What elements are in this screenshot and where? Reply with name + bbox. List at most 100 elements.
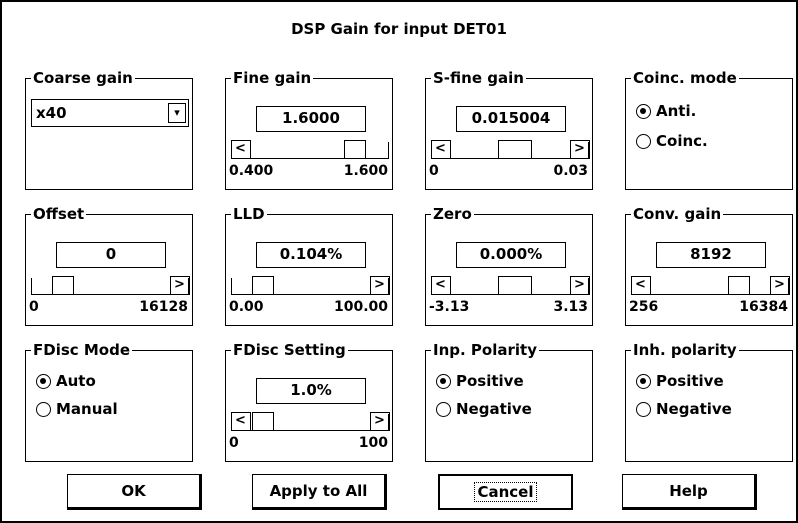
fine-gain-field[interactable]: 1.6000 xyxy=(256,106,366,132)
sfine-gain-min: 0 xyxy=(429,163,439,179)
scroll-right-icon[interactable]: > xyxy=(369,412,390,431)
offset-min: 0 xyxy=(29,299,39,315)
radio-anti[interactable]: Anti. xyxy=(636,101,696,121)
conv-gain-field[interactable]: 8192 xyxy=(656,242,766,268)
scroll-thumb[interactable] xyxy=(498,276,532,295)
zero-label: Zero xyxy=(431,205,474,223)
radio-manual[interactable]: Manual xyxy=(36,399,118,419)
radio-inp-positive-label: Positive xyxy=(456,372,524,390)
fdisc-setting-min: 0 xyxy=(229,435,239,451)
scroll-left-icon[interactable]: < xyxy=(230,412,251,431)
ok-button[interactable]: OK xyxy=(67,474,202,510)
scroll-left-icon[interactable]: < xyxy=(630,276,651,295)
offset-max: 16128 xyxy=(139,299,188,315)
fdisc-setting-max: 100 xyxy=(358,435,388,451)
offset-group: Offset 0 > 0 16128 xyxy=(25,205,193,326)
coarse-gain-label: Coarse gain xyxy=(31,69,135,87)
scroll-right-icon[interactable]: > xyxy=(569,140,590,159)
radio-inp-negative-label: Negative xyxy=(456,400,532,418)
radio-unselected-icon xyxy=(36,401,51,417)
lld-min: 0.00 xyxy=(229,299,264,315)
sfine-gain-group: S-fine gain 0.015004 < > 0 0.03 xyxy=(425,69,593,190)
fdisc-setting-field[interactable]: 1.0% xyxy=(256,378,366,404)
scroll-thumb[interactable] xyxy=(728,276,750,295)
scroll-thumb[interactable] xyxy=(252,276,274,295)
sfine-gain-max: 0.03 xyxy=(553,163,588,179)
radio-selected-icon xyxy=(636,103,651,119)
coinc-mode-group: Coinc. mode Anti. Coinc. xyxy=(625,69,793,190)
coarse-gain-select[interactable]: x40 ▾ xyxy=(31,99,189,127)
radio-unselected-icon xyxy=(436,401,451,417)
scroll-left-icon[interactable]: < xyxy=(430,276,451,295)
lld-max: 100.00 xyxy=(333,299,388,315)
fine-gain-group: Fine gain 1.6000 < 0.400 1.600 xyxy=(225,69,393,190)
radio-manual-label: Manual xyxy=(56,400,118,418)
lld-group: LLD 0.104% > 0.00 100.00 xyxy=(225,205,393,326)
scroll-thumb[interactable] xyxy=(52,276,74,295)
scroll-thumb[interactable] xyxy=(252,412,274,431)
coarse-gain-group: Coarse gain x40 ▾ xyxy=(25,69,193,190)
fdisc-setting-group: FDisc Setting 1.0% < > 0 100 xyxy=(225,341,393,462)
fdisc-mode-group: FDisc Mode Auto Manual xyxy=(25,341,193,462)
inh-polarity-label: Inh. polarity xyxy=(631,341,739,359)
cancel-button-label: Cancel xyxy=(474,482,537,502)
inp-polarity-label: Inp. Polarity xyxy=(431,341,539,359)
radio-auto-label: Auto xyxy=(56,372,96,390)
conv-gain-max: 16384 xyxy=(739,299,788,315)
scroll-right-icon[interactable]: > xyxy=(569,276,590,295)
zero-group: Zero 0.000% < > -3.13 3.13 xyxy=(425,205,593,326)
radio-coinc-label: Coinc. xyxy=(656,132,708,150)
conv-gain-label: Conv. gain xyxy=(631,205,724,223)
zero-field[interactable]: 0.000% xyxy=(456,242,566,268)
inp-polarity-group: Inp. Polarity Positive Negative xyxy=(425,341,593,462)
radio-selected-icon xyxy=(36,373,51,389)
conv-gain-group: Conv. gain 8192 < > 256 16384 xyxy=(625,205,793,326)
radio-selected-icon xyxy=(436,373,451,389)
scroll-left-icon[interactable]: < xyxy=(230,140,251,159)
cancel-button[interactable]: Cancel xyxy=(438,474,573,510)
zero-scrollbar[interactable]: < > xyxy=(430,276,590,295)
help-button[interactable]: Help xyxy=(622,474,757,510)
radio-inp-positive[interactable]: Positive xyxy=(436,371,524,391)
conv-gain-min: 256 xyxy=(629,299,659,315)
lld-scrollbar[interactable]: > xyxy=(231,276,390,295)
scroll-right-icon[interactable]: > xyxy=(369,276,390,295)
offset-field[interactable]: 0 xyxy=(56,242,166,268)
radio-inh-positive-label: Positive xyxy=(656,372,724,390)
radio-inp-negative[interactable]: Negative xyxy=(436,399,532,419)
scroll-left-icon[interactable]: < xyxy=(430,140,451,159)
zero-max: 3.13 xyxy=(553,299,588,315)
radio-coinc[interactable]: Coinc. xyxy=(636,131,708,151)
fine-gain-max: 1.600 xyxy=(343,163,388,179)
scroll-right-icon[interactable]: > xyxy=(169,276,190,295)
lld-field[interactable]: 0.104% xyxy=(256,242,366,268)
scroll-right-icon[interactable]: > xyxy=(769,276,790,295)
conv-gain-scrollbar[interactable]: < > xyxy=(630,276,790,295)
scroll-thumb[interactable] xyxy=(498,140,532,159)
coarse-gain-value: x40 xyxy=(36,104,67,122)
radio-inh-negative-label: Negative xyxy=(656,400,732,418)
fdisc-mode-label: FDisc Mode xyxy=(31,341,133,359)
fdisc-setting-label: FDisc Setting xyxy=(231,341,348,359)
coinc-mode-label: Coinc. mode xyxy=(631,69,739,87)
sfine-gain-scrollbar[interactable]: < > xyxy=(430,140,590,159)
apply-to-all-button[interactable]: Apply to All xyxy=(252,474,387,510)
radio-inh-negative[interactable]: Negative xyxy=(636,399,732,419)
chevron-down-icon[interactable]: ▾ xyxy=(168,103,186,123)
offset-scrollbar[interactable]: > xyxy=(31,276,190,295)
sfine-gain-field[interactable]: 0.015004 xyxy=(456,106,566,132)
radio-selected-icon xyxy=(636,373,651,389)
fine-gain-label: Fine gain xyxy=(231,69,314,87)
radio-auto[interactable]: Auto xyxy=(36,371,96,391)
fdisc-setting-scrollbar[interactable]: < > xyxy=(230,412,390,431)
zero-min: -3.13 xyxy=(429,299,470,315)
dialog-title: DSP Gain for input DET01 xyxy=(291,20,507,38)
fine-gain-min: 0.400 xyxy=(229,163,274,179)
sfine-gain-label: S-fine gain xyxy=(431,69,526,87)
scroll-thumb[interactable] xyxy=(344,140,366,159)
radio-unselected-icon xyxy=(636,401,651,417)
radio-inh-positive[interactable]: Positive xyxy=(636,371,724,391)
offset-label: Offset xyxy=(31,205,87,223)
fine-gain-scrollbar[interactable]: < xyxy=(230,140,389,159)
lld-label: LLD xyxy=(231,205,267,223)
